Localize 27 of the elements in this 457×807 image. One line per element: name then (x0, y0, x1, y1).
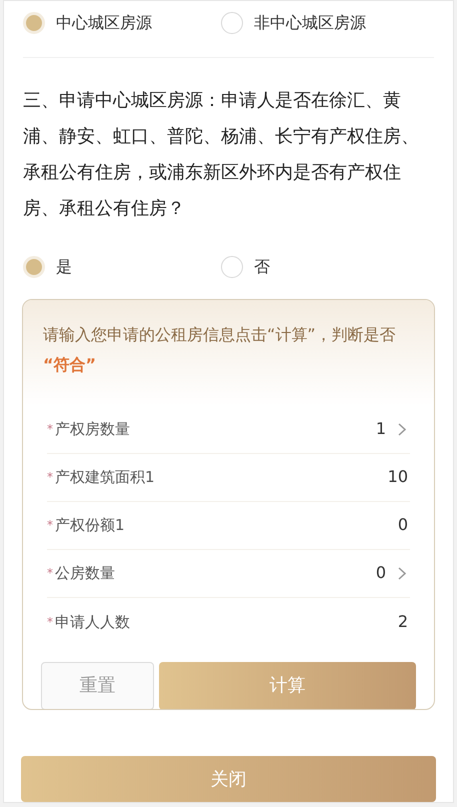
instruction-text: 请输入您申请的公租房信息点击“计算”，判断是否 “符合” (43, 324, 397, 376)
select-value[interactable]: 1 (376, 417, 386, 442)
chevron-right-icon[interactable] (398, 566, 406, 580)
radio-button[interactable] (221, 256, 243, 278)
input-field[interactable]: 10 (388, 465, 408, 490)
field-label: 产权份额1 (55, 515, 126, 536)
required-mark: * (47, 469, 53, 486)
radio-button[interactable] (23, 256, 45, 278)
radio-button[interactable] (23, 12, 45, 34)
option-label[interactable]: 中心城区房源 (56, 10, 152, 35)
field-label: 产权建筑面积1 (55, 467, 156, 488)
option-label[interactable]: 否 (254, 254, 270, 279)
required-mark: * (47, 421, 53, 438)
question-text: 三、申请中心城区房源：申请人是否在徐汇、黄浦、静安、虹口、普陀、杨浦、长宁有产权住房、承租公有住房，或浦东新区外环内是否有产权住房、承租公有住房？ (22, 88, 420, 221)
input-field[interactable]: 0 (398, 513, 408, 538)
chevron-right-icon[interactable] (398, 422, 406, 436)
required-mark: * (47, 517, 53, 534)
field-label: 公房数量 (55, 563, 116, 584)
input-field[interactable]: 2 (398, 610, 408, 634)
option-label[interactable]: 是 (56, 254, 72, 279)
radio-button[interactable] (221, 12, 243, 34)
field-label: 申请人人数 (55, 612, 131, 633)
field-label: 产权房数量 (55, 419, 131, 440)
select-value[interactable]: 0 (376, 561, 386, 586)
option-label[interactable]: 非中心城区房源 (254, 10, 366, 35)
required-mark: * (47, 565, 53, 582)
required-mark: * (47, 614, 53, 631)
